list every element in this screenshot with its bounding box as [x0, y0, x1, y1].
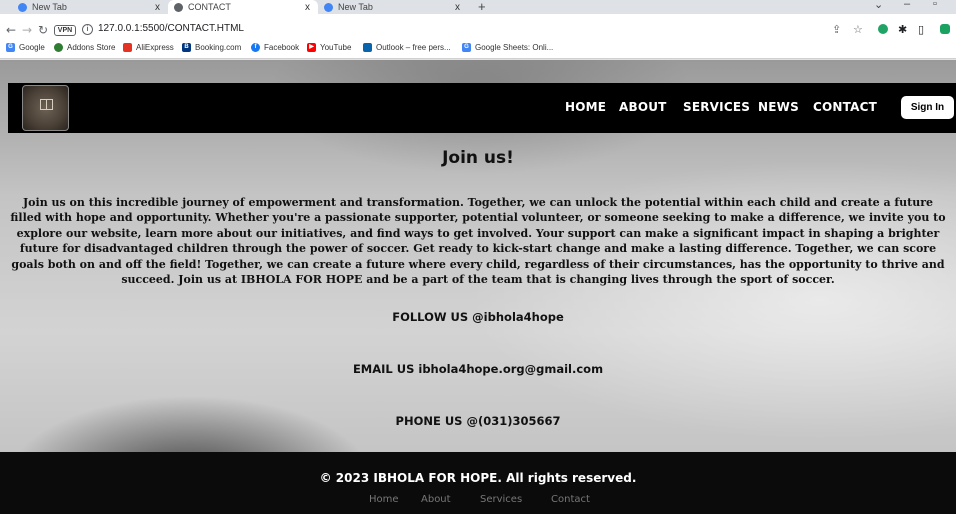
forward-icon[interactable]: →: [22, 23, 32, 37]
footer-link-contact[interactable]: Contact: [551, 494, 590, 505]
intro-paragraph: Join us on this incredible journey of em…: [10, 196, 946, 287]
bookmark-youtube[interactable]: ▶ YouTube: [307, 43, 351, 52]
reload-icon[interactable]: ↻: [38, 23, 48, 37]
google-icon: G: [462, 43, 471, 52]
tab-title: CONTACT: [188, 2, 231, 12]
facebook-icon: f: [251, 43, 260, 52]
new-tab-button[interactable]: +: [478, 0, 486, 14]
footer-link-home[interactable]: Home: [369, 494, 399, 505]
outlook-icon: [363, 43, 372, 52]
close-tab-icon[interactable]: x: [155, 2, 160, 13]
youtube-icon: ▶: [307, 43, 316, 52]
bookmark-addons-store[interactable]: Addons Store: [54, 43, 115, 52]
bookmark-aliexpress[interactable]: AliExpress: [123, 43, 174, 52]
share-icon[interactable]: ⇪: [832, 23, 841, 36]
page-viewport: HOME ABOUT SERVICES NEWS CONTACT Sign In…: [0, 60, 956, 514]
nav-news[interactable]: NEWS: [758, 100, 799, 114]
chrome-icon: [324, 2, 333, 12]
bookmark-booking[interactable]: B Booking.com: [182, 43, 241, 52]
extensions-puzzle-icon[interactable]: ✱: [898, 23, 907, 36]
google-icon: G: [6, 43, 15, 52]
site-info-icon[interactable]: i: [82, 24, 93, 35]
site-header: HOME ABOUT SERVICES NEWS CONTACT Sign In: [8, 83, 956, 133]
nav-about[interactable]: ABOUT: [619, 100, 667, 114]
restore-icon[interactable]: ▫: [933, 0, 937, 10]
site-footer: © 2023 IBHOLA FOR HOPE. All rights reser…: [0, 452, 956, 514]
page-title: Join us!: [442, 148, 514, 168]
footer-link-about[interactable]: About: [421, 494, 451, 505]
vpn-badge[interactable]: VPN: [54, 25, 76, 36]
nav-home[interactable]: HOME: [565, 100, 606, 114]
follow-us-text: FOLLOW US @ibhola4hope: [392, 310, 564, 324]
nav-contact[interactable]: CONTACT: [813, 100, 877, 114]
aliexpress-icon: [123, 43, 132, 52]
tab-strip: New Tab x CONTACT x New Tab x + ⌄ – ▫: [0, 0, 956, 14]
globe-icon: [174, 2, 183, 12]
tab-title: New Tab: [32, 2, 67, 12]
sign-in-button[interactable]: Sign In: [901, 96, 954, 119]
address-bar[interactable]: 127.0.0.1:5500/CONTACT.HTML: [98, 23, 244, 34]
email-us-text: EMAIL US ibhola4hope.org@gmail.com: [352, 362, 604, 376]
bookmark-google-sheets[interactable]: G Google Sheets: Onli...: [462, 43, 553, 52]
addons-icon: [54, 43, 63, 52]
extension-shield-icon[interactable]: [878, 24, 888, 34]
bookmark-facebook[interactable]: f Facebook: [251, 43, 299, 52]
bookmark-google[interactable]: G Google: [6, 43, 45, 52]
tab-new-tab-1[interactable]: New Tab x: [8, 0, 168, 14]
close-tab-icon[interactable]: x: [305, 2, 310, 13]
tab-new-tab-2[interactable]: New Tab x: [318, 0, 468, 14]
booking-icon: B: [182, 43, 191, 52]
chrome-icon: [18, 2, 27, 12]
back-icon[interactable]: ←: [6, 23, 16, 37]
side-panel-icon[interactable]: ▯: [918, 23, 924, 36]
close-tab-icon[interactable]: x: [455, 2, 460, 13]
site-logo[interactable]: [22, 85, 69, 131]
bookmarks-bar: G Google Addons Store AliExpress B Booking…: [0, 39, 956, 59]
tab-contact[interactable]: CONTACT x: [168, 0, 318, 14]
tab-search-icon[interactable]: ⌄: [874, 0, 883, 11]
extension-check-icon[interactable]: [940, 24, 950, 34]
logo-mark-icon: [40, 99, 53, 110]
minimize-icon[interactable]: –: [904, 0, 910, 10]
bookmark-star-icon[interactable]: ☆: [853, 23, 863, 36]
tab-title: New Tab: [338, 2, 373, 12]
footer-link-services[interactable]: Services: [480, 494, 522, 505]
nav-services[interactable]: SERVICES: [683, 100, 750, 114]
copyright-text: © 2023 IBHOLA FOR HOPE. All rights reser…: [319, 471, 637, 485]
bookmark-outlook[interactable]: Outlook – free pers...: [363, 43, 451, 52]
phone-us-text: PHONE US @(031)305667: [395, 414, 561, 428]
